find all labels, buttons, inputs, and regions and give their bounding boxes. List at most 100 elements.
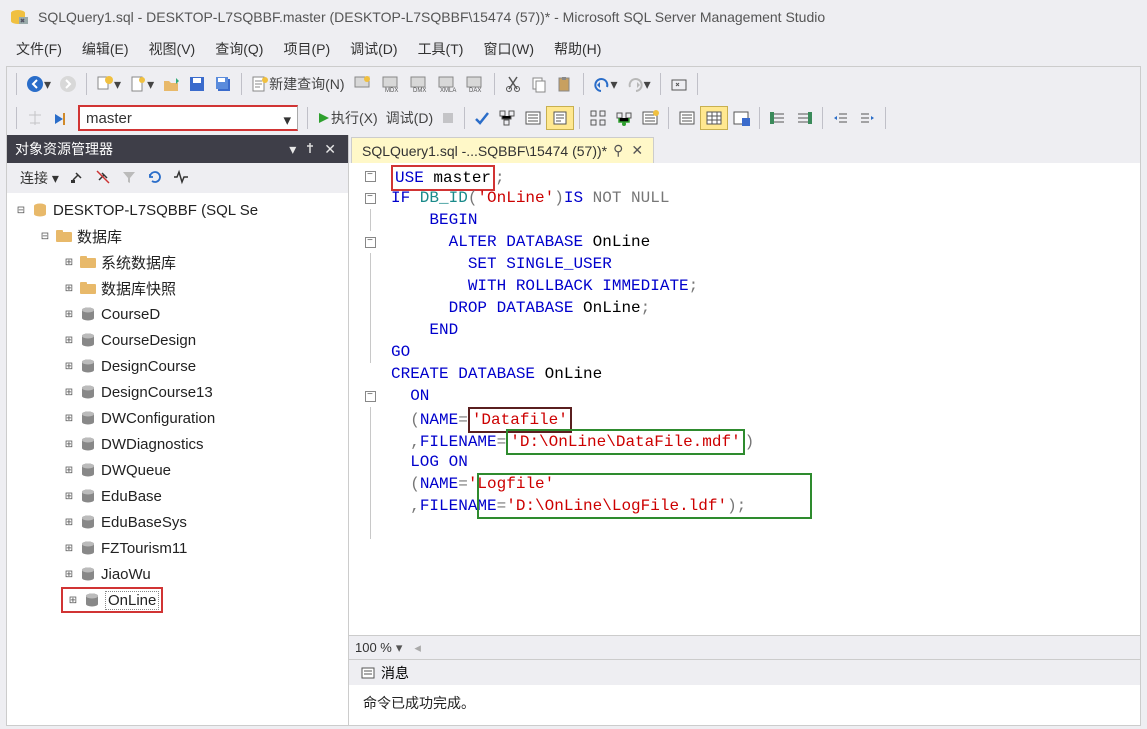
panel-options-icon[interactable]: ▾ xyxy=(285,141,300,158)
increase-indent[interactable] xyxy=(854,107,880,129)
window-title: SQLQuery1.sql - DESKTOP-L7SQBBF.master (… xyxy=(38,9,825,25)
decrease-indent[interactable] xyxy=(828,107,854,129)
object-explorer-tree[interactable]: ⊟ DESKTOP-L7SQBBF (SQL Se ⊟ 数据库 ⊞ 系统数据库 … xyxy=(7,193,348,725)
query-options[interactable] xyxy=(520,107,546,129)
tree-expand-icon[interactable]: ⊞ xyxy=(61,384,77,400)
tree-collapse-icon[interactable]: ⊟ xyxy=(37,228,53,244)
activity-icon[interactable] xyxy=(168,169,194,188)
mdx-button-2[interactable]: MDX xyxy=(377,72,405,96)
database-node[interactable]: EduBaseSys xyxy=(101,514,187,531)
database-node[interactable]: DWDiagnostics xyxy=(101,436,204,453)
editor-tab-active[interactable]: SQLQuery1.sql -...SQBBF\15474 (57))* ⚲ ✕ xyxy=(351,137,654,163)
save-all-button[interactable] xyxy=(210,73,236,95)
chevron-down-icon[interactable]: ▾ xyxy=(396,640,403,656)
database-node[interactable]: DesignCourse13 xyxy=(101,384,213,401)
menu-help[interactable]: 帮助(H) xyxy=(544,36,611,62)
include-client-stats[interactable] xyxy=(637,107,663,129)
comment-button[interactable] xyxy=(765,107,791,129)
code-content[interactable]: USE master; IF DB_ID('OnLine')IS NOT NUL… xyxy=(391,163,754,635)
close-icon[interactable]: ✕ xyxy=(320,141,340,158)
messages-tab[interactable]: 消息 xyxy=(355,663,415,683)
tree-expand-icon[interactable]: ⊞ xyxy=(61,488,77,504)
connect-plug-icon[interactable] xyxy=(64,169,90,188)
svg-text:DAX: DAX xyxy=(469,88,481,94)
execute-button[interactable]: 执行(X) xyxy=(313,106,382,130)
save-button[interactable] xyxy=(184,73,210,95)
close-icon[interactable]: ✕ xyxy=(631,142,643,159)
databases-folder[interactable]: 数据库 xyxy=(77,226,122,247)
menu-view[interactable]: 视图(V) xyxy=(139,36,206,62)
database-node[interactable]: CourseDesign xyxy=(101,332,196,349)
open-file-button[interactable] xyxy=(158,73,184,95)
pin-icon[interactable] xyxy=(300,141,320,157)
intellisense-toggle[interactable] xyxy=(546,106,574,130)
dax-button[interactable]: DAX xyxy=(461,72,489,96)
new-project-button[interactable]: ▾ xyxy=(92,73,125,95)
filter-icon[interactable] xyxy=(116,169,142,188)
redo-button[interactable]: ▾ xyxy=(622,73,655,95)
server-node[interactable]: DESKTOP-L7SQBBF (SQL Se xyxy=(53,202,258,219)
new-query-button[interactable]: 新建查询(N) xyxy=(247,72,348,96)
menu-project[interactable]: 项目(P) xyxy=(273,36,340,62)
include-live-stats[interactable] xyxy=(611,107,637,129)
tree-expand-icon[interactable]: ⊞ xyxy=(61,358,77,374)
mdx-button-1[interactable] xyxy=(349,72,377,96)
tree-expand-icon[interactable]: ⊞ xyxy=(61,462,77,478)
database-node[interactable]: DWConfiguration xyxy=(101,410,215,427)
refresh-icon[interactable] xyxy=(142,169,168,188)
database-selector[interactable]: master ▾ xyxy=(78,105,298,131)
nav-back-button[interactable]: ▾ xyxy=(22,73,55,95)
display-estimated-plan[interactable] xyxy=(494,107,520,129)
scroll-left-icon[interactable]: ◂ xyxy=(414,640,421,656)
results-to-text[interactable] xyxy=(674,107,700,129)
database-node[interactable]: DWQueue xyxy=(101,462,171,479)
dmx-button[interactable]: DMX xyxy=(405,72,433,96)
database-node[interactable]: CourseD xyxy=(101,306,160,323)
uncomment-button[interactable] xyxy=(791,107,817,129)
zoom-value[interactable]: 100 % xyxy=(355,640,392,655)
database-node[interactable]: FZTourism11 xyxy=(101,540,187,557)
folder-icon xyxy=(79,253,97,271)
tree-expand-icon[interactable]: ⊞ xyxy=(61,254,77,270)
tree-collapse-icon[interactable]: ⊟ xyxy=(13,202,29,218)
undo-button[interactable]: ▾ xyxy=(589,73,622,95)
tree-expand-icon[interactable]: ⊞ xyxy=(65,592,81,608)
xmla-button[interactable]: XMLA xyxy=(433,72,461,96)
database-snapshots[interactable]: 数据库快照 xyxy=(101,278,176,299)
tree-expand-icon[interactable]: ⊞ xyxy=(61,540,77,556)
connect-button[interactable]: 连接 ▾ xyxy=(15,168,64,188)
sql-arrow-icon[interactable] xyxy=(48,107,74,129)
menu-file[interactable]: 文件(F) xyxy=(6,36,72,62)
tree-expand-icon[interactable]: ⊞ xyxy=(61,566,77,582)
database-node[interactable]: EduBase xyxy=(101,488,162,505)
menu-window[interactable]: 窗口(W) xyxy=(473,36,544,62)
paste-button[interactable] xyxy=(552,73,578,95)
results-to-file[interactable] xyxy=(728,107,754,129)
menu-query[interactable]: 查询(Q) xyxy=(205,36,273,62)
tree-expand-icon[interactable]: ⊞ xyxy=(61,514,77,530)
disconnect-icon[interactable] xyxy=(90,169,116,188)
nav-forward-button[interactable] xyxy=(55,73,81,95)
pin-icon[interactable]: ⚲ xyxy=(613,142,623,159)
parse-check-button[interactable] xyxy=(470,108,494,128)
menu-debug[interactable]: 调试(D) xyxy=(340,36,407,62)
include-actual-plan[interactable] xyxy=(585,107,611,129)
debug-button[interactable]: 调试(D) xyxy=(382,106,437,130)
tree-expand-icon[interactable]: ⊞ xyxy=(61,332,77,348)
cut-button[interactable] xyxy=(500,73,526,95)
tree-expand-icon[interactable]: ⊞ xyxy=(61,280,77,296)
tree-expand-icon[interactable]: ⊞ xyxy=(61,436,77,452)
tree-expand-icon[interactable]: ⊞ xyxy=(61,410,77,426)
code-editor[interactable]: − − − − USE master; IF DB_ID( xyxy=(349,163,1140,635)
quick-launch-icon[interactable] xyxy=(666,73,692,95)
new-file-button[interactable]: ▾ xyxy=(125,73,158,95)
database-node[interactable]: JiaoWu xyxy=(101,566,151,583)
system-databases[interactable]: 系统数据库 xyxy=(101,252,176,273)
copy-button[interactable] xyxy=(526,73,552,95)
menu-edit[interactable]: 编辑(E) xyxy=(72,36,139,62)
database-node[interactable]: DesignCourse xyxy=(101,358,196,375)
tree-expand-icon[interactable]: ⊞ xyxy=(61,306,77,322)
menu-tools[interactable]: 工具(T) xyxy=(408,36,474,62)
results-to-grid[interactable] xyxy=(700,106,728,130)
database-node[interactable]: OnLine xyxy=(105,591,159,610)
